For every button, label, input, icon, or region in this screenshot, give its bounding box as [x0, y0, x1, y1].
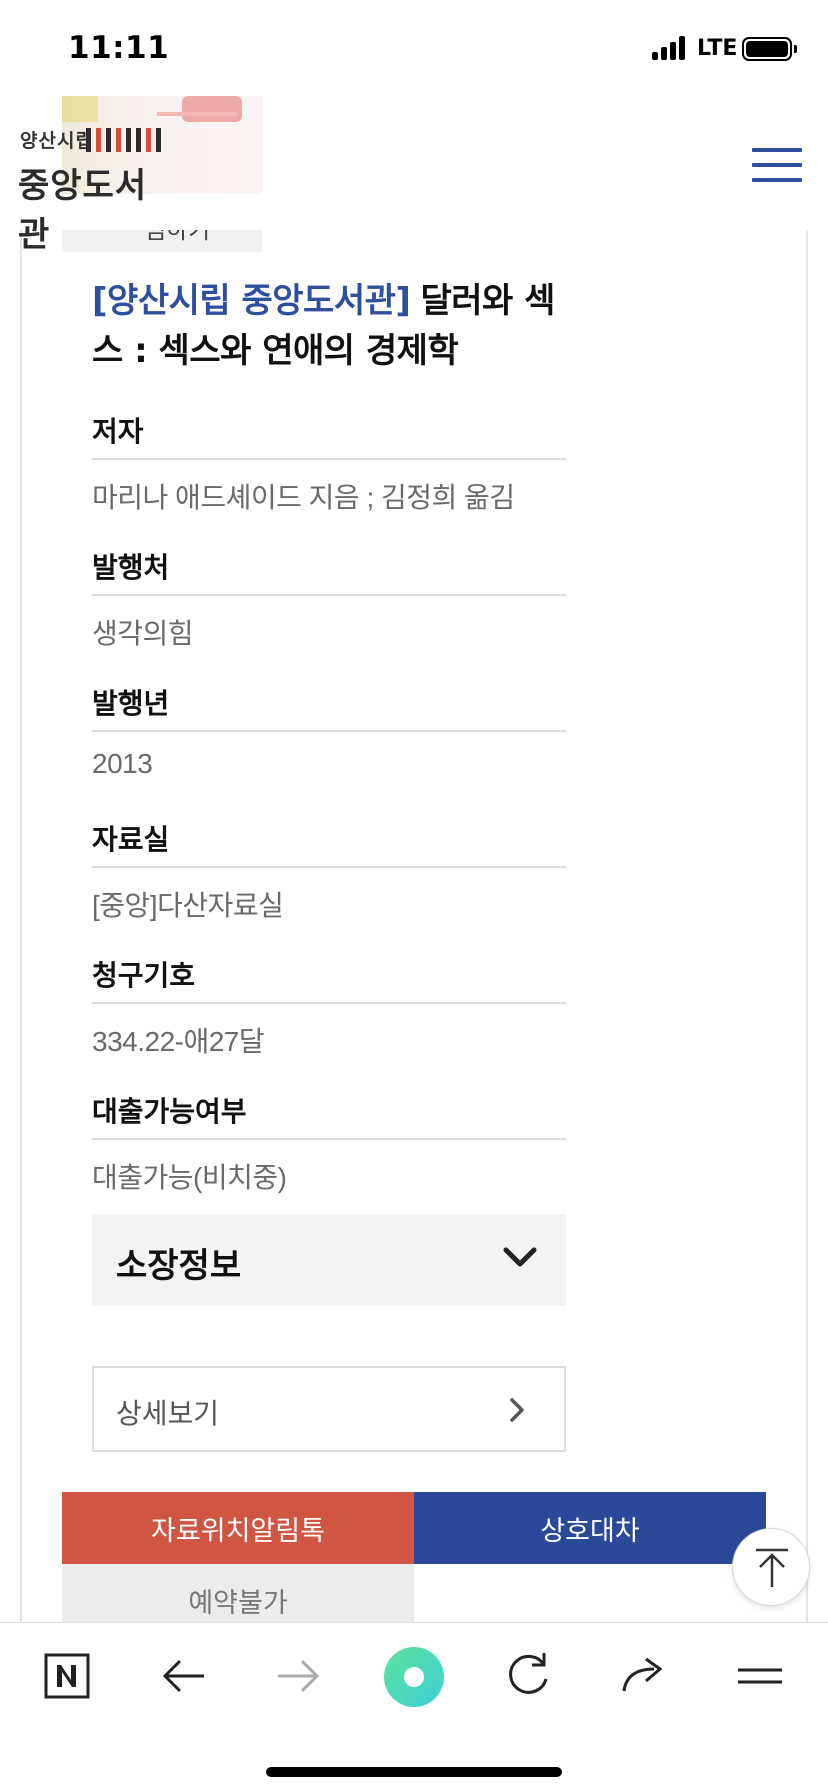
status-time: 11:11 — [68, 30, 170, 66]
book-title: [양산시립 중앙도서관] 달러와 섹스 : 섹스와 연애의 경제학 — [92, 281, 555, 371]
logo-text-main: 중앙도서관 — [18, 166, 148, 255]
chevron-right-icon — [510, 1398, 524, 1422]
site-header: 양산시립 중앙도서관 — [0, 96, 828, 255]
field-value: [중앙]다산자료실 — [92, 890, 284, 921]
hamburger-menu-icon[interactable] — [752, 148, 804, 182]
library-logo[interactable]: 양산시립 중앙도서관 — [18, 126, 168, 255]
browser-toolbar — [0, 1622, 828, 1792]
naver-home-button[interactable] — [34, 1643, 98, 1707]
arrow-left-icon — [162, 1659, 204, 1693]
interlibrary-loan-button[interactable]: 상호대차 — [414, 1492, 766, 1564]
detail-label: 상세보기 — [116, 1397, 220, 1430]
location-alert-button[interactable]: 자료위치알림톡 — [62, 1492, 414, 1564]
detail-view-button[interactable]: 상세보기 — [92, 1366, 566, 1452]
barcode-logo-icon — [86, 128, 172, 152]
field-year: 발행년 2013 — [92, 682, 566, 780]
field-author: 저자 마리나 애드셰이드 지음 ; 김정희 옮김 — [92, 410, 566, 516]
forward-button[interactable] — [266, 1643, 330, 1707]
field-availability: 대출가능여부 대출가능(비치중) — [92, 1090, 566, 1196]
field-label: 저자 — [92, 410, 566, 460]
status-bar: 11:11 LTE — [0, 0, 828, 96]
green-dot-icon — [384, 1647, 444, 1707]
field-value: 대출가능(비치중) — [92, 1162, 287, 1193]
field-value: 마리나 애드셰이드 지음 ; 김정희 옮김 — [92, 482, 515, 513]
green-dot-button[interactable] — [380, 1643, 444, 1707]
action-buttons: 자료위치알림톡 상호대차 — [62, 1492, 766, 1564]
field-room: 자료실 [중앙]다산자료실 — [92, 818, 566, 924]
signal-icon — [652, 36, 690, 60]
menu-icon — [738, 1668, 782, 1684]
library-tag: [양산시립 중앙도서관] — [92, 281, 411, 321]
field-publisher: 발행처 생각의힘 — [92, 546, 566, 652]
field-label: 발행년 — [92, 682, 566, 732]
arrow-up-icon — [756, 1548, 788, 1587]
battery-icon — [742, 37, 792, 61]
scroll-to-top-button[interactable] — [732, 1528, 810, 1606]
network-type: LTE — [697, 36, 738, 61]
refresh-button[interactable] — [496, 1643, 560, 1707]
field-label: 대출가능여부 — [92, 1090, 566, 1140]
holdings-label: 소장정보 — [116, 1246, 242, 1286]
back-button[interactable] — [152, 1643, 216, 1707]
field-value: 생각의힘 — [92, 618, 194, 649]
more-menu-button[interactable] — [730, 1643, 794, 1707]
refresh-icon — [509, 1653, 548, 1694]
logo-text-top: 양산시립 — [20, 130, 94, 152]
field-call-number: 청구기호 334.22-애27달 — [92, 954, 566, 1060]
holdings-accordion[interactable]: 소장정보 — [92, 1214, 566, 1306]
share-icon — [622, 1657, 663, 1692]
chevron-down-icon — [503, 1247, 537, 1267]
share-button[interactable] — [612, 1643, 676, 1707]
field-label: 발행처 — [92, 546, 566, 596]
home-indicator — [266, 1767, 562, 1777]
arrow-right-icon — [278, 1659, 320, 1693]
field-value: 334.22-애27달 — [92, 1026, 265, 1057]
naver-n-icon — [44, 1653, 90, 1699]
field-value: 2013 — [92, 748, 153, 779]
field-label: 자료실 — [92, 818, 566, 868]
field-label: 청구기호 — [92, 954, 566, 1004]
